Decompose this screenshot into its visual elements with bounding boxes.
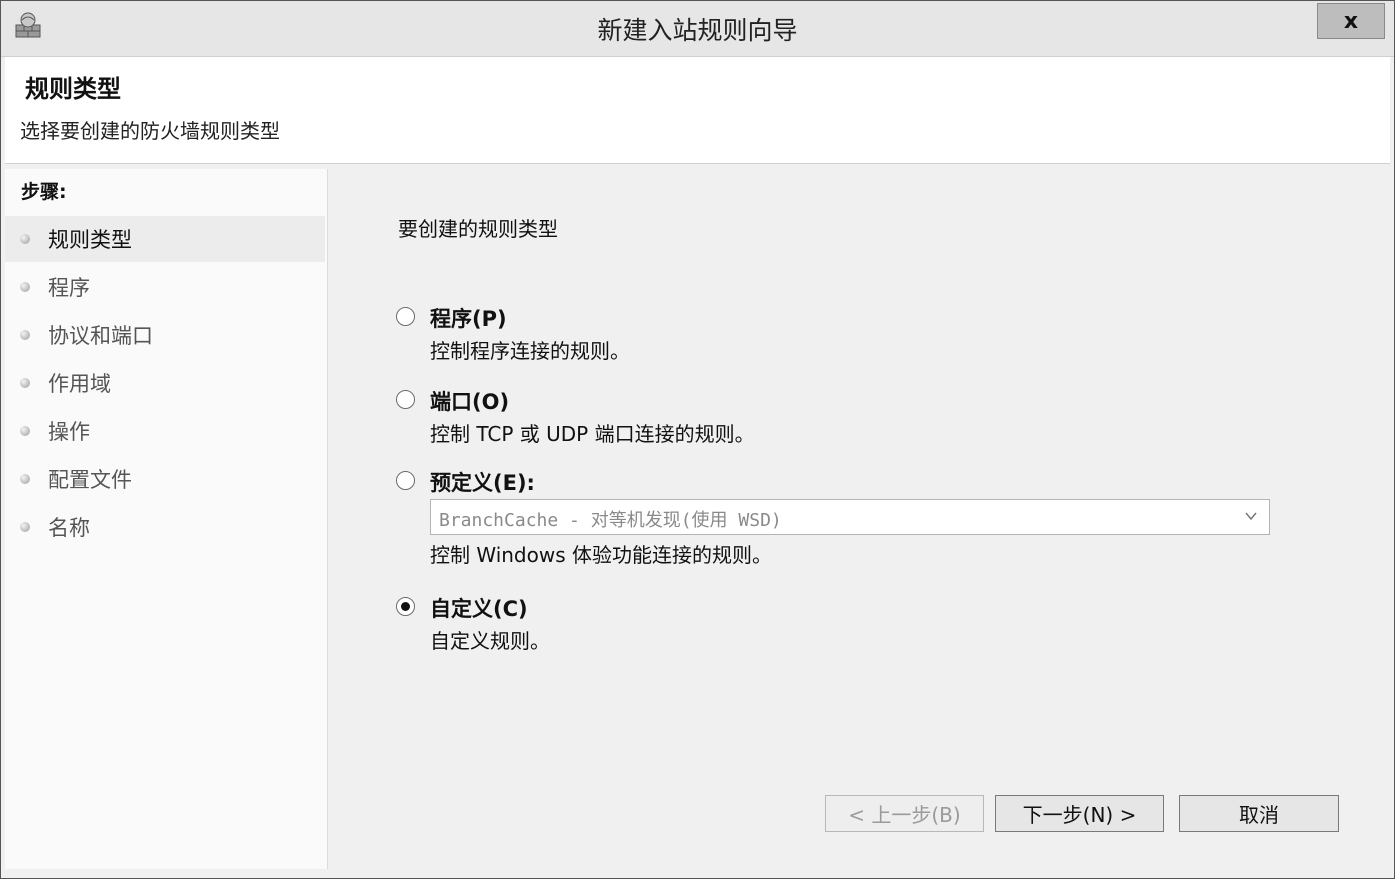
steps-title: 步骤: <box>21 181 67 203</box>
step-rule-type: 规则类型 <box>5 216 325 262</box>
option-custom-label[interactable]: 自定义(C) <box>430 593 528 623</box>
option-predefined-desc: 控制 Windows 体验功能连接的规则。 <box>430 543 772 567</box>
back-button[interactable]: < 上一步(B) <box>825 795 984 832</box>
step-protocol-ports: 协议和端口 <box>5 312 325 358</box>
predefined-select[interactable]: BranchCache - 对等机发现(使用 WSD) <box>430 499 1270 535</box>
option-port-desc: 控制 TCP 或 UDP 端口连接的规则。 <box>430 422 755 446</box>
radio-custom[interactable] <box>396 597 415 616</box>
window-title: 新建入站规则向导 <box>597 16 798 45</box>
page-subtitle: 选择要创建的防火墙规则类型 <box>20 119 280 143</box>
step-name: 名称 <box>5 504 325 550</box>
page-title: 规则类型 <box>25 75 121 103</box>
option-program-label[interactable]: 程序(P) <box>430 303 507 333</box>
option-custom-desc: 自定义规则。 <box>430 629 550 653</box>
option-predefined-label[interactable]: 预定义(E): <box>430 467 535 497</box>
radio-port[interactable] <box>396 390 415 409</box>
chevron-down-icon <box>1245 512 1257 521</box>
close-button[interactable]: x <box>1317 3 1385 39</box>
step-bullet-icon <box>20 474 30 484</box>
step-profile: 配置文件 <box>5 456 325 502</box>
step-label: 协议和端口 <box>48 324 153 348</box>
rule-type-heading: 要创建的规则类型 <box>398 217 558 241</box>
step-bullet-icon <box>20 378 30 388</box>
predefined-select-value: BranchCache - 对等机发现(使用 WSD) <box>439 510 782 531</box>
steps-sidebar: 步骤: 规则类型 程序 协议和端口 作用域 操作 配置文件 名称 <box>5 169 328 869</box>
step-label: 操作 <box>48 420 90 444</box>
step-bullet-icon <box>20 282 30 292</box>
cancel-button[interactable]: 取消 <box>1179 795 1339 832</box>
radio-predefined[interactable] <box>396 471 415 490</box>
next-button[interactable]: 下一步(N) > <box>995 795 1164 832</box>
wizard-content: 要创建的规则类型 程序(P) 控制程序连接的规则。 端口(O) 控制 TCP 或… <box>333 169 1390 869</box>
step-label: 作用域 <box>48 372 111 396</box>
option-port-label[interactable]: 端口(O) <box>430 386 509 416</box>
step-program: 程序 <box>5 264 325 310</box>
wizard-window: 新建入站规则向导 x 规则类型 选择要创建的防火墙规则类型 步骤: 规则类型 程… <box>0 0 1395 879</box>
option-program-desc: 控制程序连接的规则。 <box>430 339 630 363</box>
step-bullet-icon <box>20 234 30 244</box>
step-label: 名称 <box>48 516 90 540</box>
step-label: 规则类型 <box>48 228 132 252</box>
step-bullet-icon <box>20 330 30 340</box>
step-label: 程序 <box>48 276 90 300</box>
step-scope: 作用域 <box>5 360 325 406</box>
step-label: 配置文件 <box>48 468 132 492</box>
step-action: 操作 <box>5 408 325 454</box>
wizard-header: 规则类型 选择要创建的防火墙规则类型 <box>5 57 1390 164</box>
radio-program[interactable] <box>396 307 415 326</box>
title-bar[interactable]: 新建入站规则向导 x <box>1 1 1394 57</box>
step-bullet-icon <box>20 426 30 436</box>
step-bullet-icon <box>20 522 30 532</box>
